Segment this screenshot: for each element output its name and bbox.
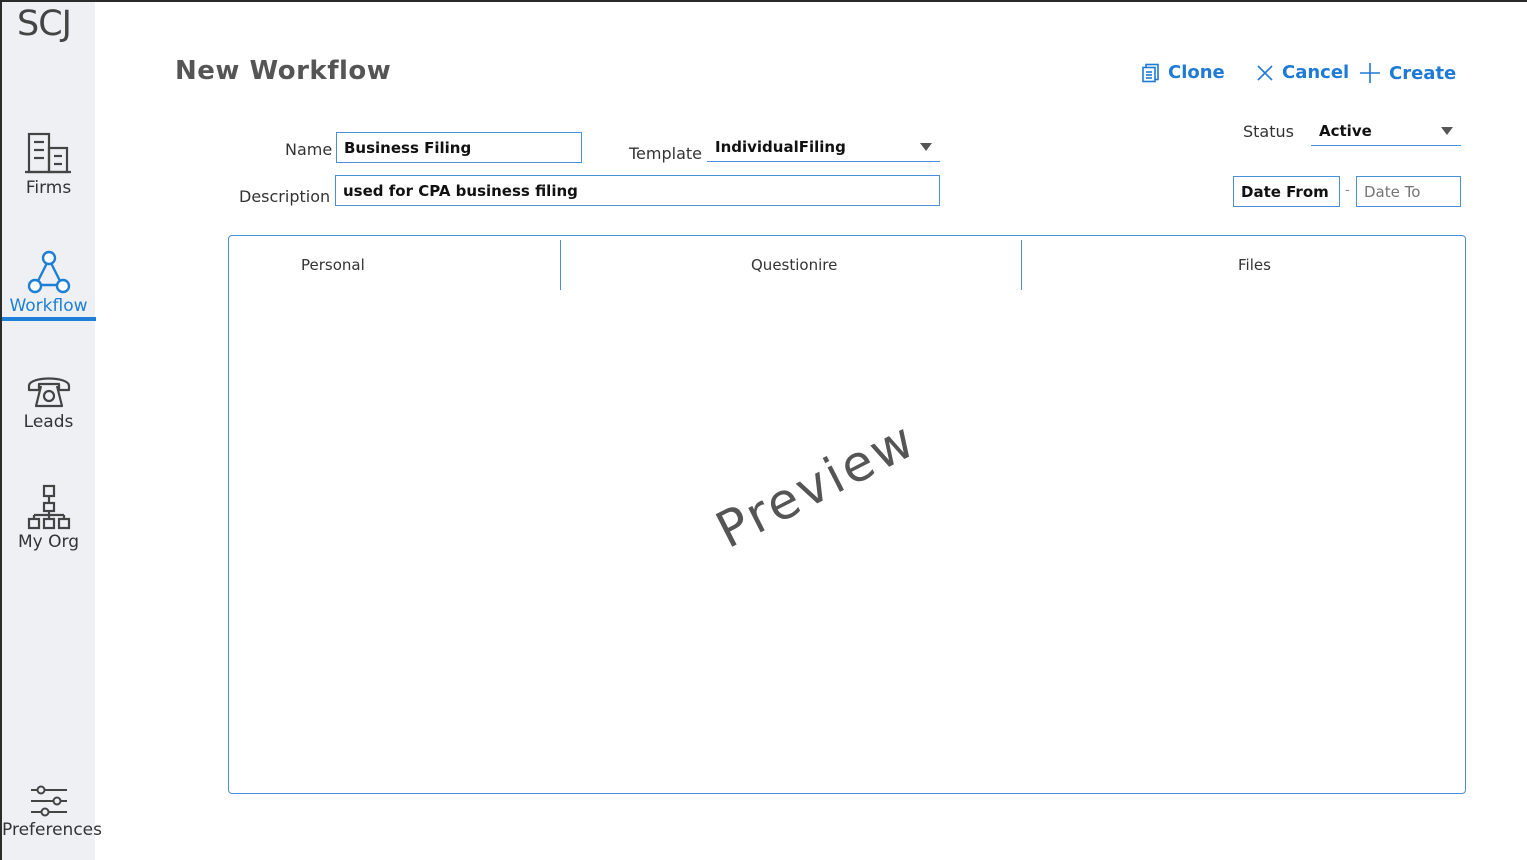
column-header-files[interactable]: Files — [1238, 256, 1271, 274]
name-label: Name — [285, 140, 333, 159]
column-divider — [1021, 240, 1022, 290]
cancel-label: Cancel — [1282, 62, 1350, 83]
active-nav-indicator — [2, 317, 96, 321]
plus-icon — [1360, 63, 1380, 83]
clone-label: Clone — [1168, 62, 1225, 83]
building-icon — [24, 132, 71, 174]
sidebar-item-label: Firms — [25, 178, 72, 198]
template-label: Template — [629, 144, 703, 163]
phone-icon — [27, 377, 70, 408]
workflow-icon — [27, 250, 70, 294]
status-value: Active — [1319, 121, 1372, 140]
column-header-personal[interactable]: Personal — [301, 256, 365, 274]
preview-panel: Personal Questionire Files Preview — [228, 235, 1466, 794]
template-value: IndividualFiling — [715, 138, 846, 156]
page-title: New Workflow — [175, 56, 392, 86]
org-chart-icon — [27, 484, 70, 530]
sidebar-item-label: Preferences — [2, 820, 102, 840]
clone-button[interactable]: Clone — [1142, 62, 1225, 83]
create-button[interactable]: Create — [1359, 62, 1456, 84]
status-label: Status — [1243, 122, 1294, 141]
sidebar-item-preferences[interactable]: Preferences — [2, 784, 102, 840]
date-separator: - — [1345, 183, 1350, 198]
app-logo: SCJ — [17, 4, 72, 44]
sidebar-item-my-org[interactable]: My Org — [2, 484, 95, 552]
status-select[interactable]: Active — [1311, 116, 1461, 146]
column-header-questionire[interactable]: Questionire — [751, 256, 837, 274]
sidebar: SCJ Firms Workflow Leads My Org Preferen… — [2, 2, 102, 860]
description-label: Description — [239, 187, 331, 206]
sidebar-item-label: My Org — [18, 532, 79, 552]
chevron-down-icon — [920, 143, 932, 151]
template-select[interactable]: IndividualFiling — [707, 133, 940, 162]
preview-watermark: Preview — [707, 410, 926, 560]
sidebar-item-leads[interactable]: Leads — [2, 370, 95, 432]
description-field[interactable] — [335, 175, 940, 206]
sidebar-item-firms[interactable]: Firms — [2, 130, 95, 198]
chevron-down-icon — [1441, 126, 1453, 135]
window-top-border — [0, 0, 1527, 2]
column-divider — [560, 240, 561, 290]
date-from-field[interactable] — [1233, 176, 1340, 207]
name-field[interactable] — [336, 132, 582, 163]
date-to-field[interactable] — [1356, 176, 1461, 207]
sidebar-item-label: Workflow — [9, 296, 88, 316]
clipboard-icon — [1142, 63, 1159, 82]
close-icon — [1257, 64, 1273, 81]
sidebar-item-workflow[interactable]: Workflow — [2, 250, 95, 316]
create-label: Create — [1389, 62, 1457, 84]
cancel-button[interactable]: Cancel — [1256, 62, 1349, 83]
sidebar-item-label: Leads — [23, 412, 74, 432]
sliders-icon — [30, 785, 67, 817]
